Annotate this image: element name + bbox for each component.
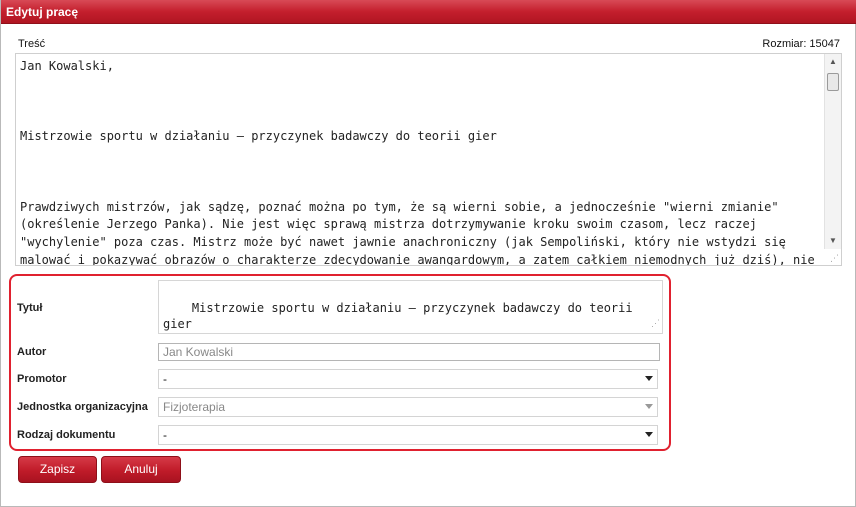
author-label: Autor xyxy=(17,346,47,358)
content-scrollbar[interactable]: ▲ ▼ xyxy=(824,54,841,249)
unit-label: Jednostka organizacyjna xyxy=(17,401,148,413)
resize-grip-icon[interactable]: ⋰ xyxy=(829,253,839,263)
unit-select[interactable]: Fizjoterapia xyxy=(158,397,658,417)
size-value: 15047 xyxy=(809,38,840,50)
content-text[interactable]: Jan Kowalski, Mistrzowie sportu w działa… xyxy=(20,58,819,265)
doctype-value: - xyxy=(163,428,167,442)
edit-work-dialog: Edytuj pracę Treść Rozmiar: 15047 Jan Kow… xyxy=(0,0,856,507)
save-button[interactable]: Zapisz xyxy=(18,456,97,483)
dialog-title: Edytuj pracę xyxy=(1,0,856,24)
promotor-select[interactable]: - xyxy=(158,369,658,389)
chevron-down-icon xyxy=(645,432,653,437)
scroll-down-icon[interactable]: ▼ xyxy=(825,233,841,249)
doctype-label: Rodzaj dokumentu xyxy=(17,429,116,441)
scroll-up-icon[interactable]: ▲ xyxy=(825,54,841,70)
chevron-down-icon xyxy=(645,376,653,381)
resize-grip-icon[interactable]: ⋰ xyxy=(651,316,660,332)
scroll-thumb[interactable] xyxy=(827,73,839,91)
unit-value: Fizjoterapia xyxy=(163,400,226,414)
doctype-select[interactable]: - xyxy=(158,425,658,445)
promotor-value: - xyxy=(163,372,167,386)
size-indicator: Rozmiar: 15047 xyxy=(759,38,840,50)
content-label: Treść xyxy=(18,38,46,50)
cancel-button[interactable]: Anuluj xyxy=(101,456,181,483)
chevron-down-icon xyxy=(645,404,653,409)
author-input[interactable]: Jan Kowalski xyxy=(158,343,660,361)
size-label: Rozmiar: xyxy=(762,38,807,50)
title-textarea[interactable]: Mistrzowie sportu w działaniu – przyczyn… xyxy=(158,280,663,334)
title-value[interactable]: Mistrzowie sportu w działaniu – przyczyn… xyxy=(163,301,640,331)
promotor-label: Promotor xyxy=(17,373,67,385)
title-label: Tytuł xyxy=(17,302,43,314)
content-editor[interactable]: Jan Kowalski, Mistrzowie sportu w działa… xyxy=(15,53,842,266)
